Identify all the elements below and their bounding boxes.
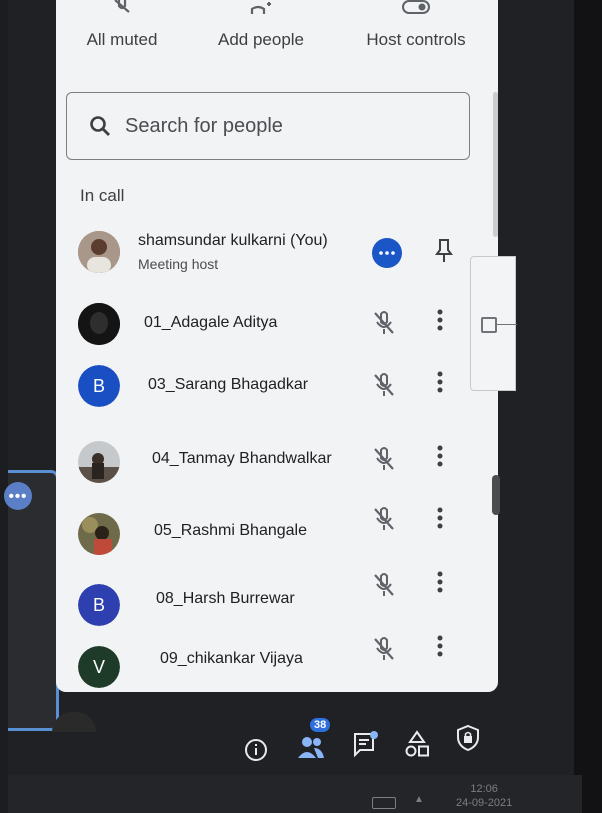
host-controls-button[interactable]: Host controls: [358, 0, 474, 72]
avatar: [78, 303, 120, 345]
monitor-bezel: [574, 0, 602, 813]
safety-shield-icon[interactable]: [456, 724, 480, 752]
avatar: [78, 441, 120, 483]
avatar-letter: B: [78, 365, 120, 407]
side-panel-handle[interactable]: [470, 256, 517, 391]
mic-off-icon: [374, 637, 394, 660]
participant-row[interactable]: B 03_Sarang Bhagadkar: [56, 356, 498, 418]
screen-scrollbar[interactable]: [492, 475, 500, 515]
mic-off-icon: [374, 311, 394, 334]
clock-date: 24-09-2021: [456, 797, 513, 809]
add-people-button[interactable]: Add people: [206, 0, 316, 72]
more-vert-icon[interactable]: [436, 444, 444, 468]
participant-name: 01_Adagale Aditya: [144, 314, 278, 331]
user-photo-icon: [78, 441, 120, 483]
avatar: [78, 513, 120, 555]
mic-off-icon: [374, 447, 394, 470]
collapse-icon: [481, 317, 497, 333]
keyboard-icon[interactable]: [372, 797, 396, 809]
host-controls-label: Host controls: [366, 30, 466, 49]
handle-line: [497, 324, 517, 325]
participant-row[interactable]: 04_Tanmay Bhandwalkar: [56, 432, 498, 494]
pin-icon[interactable]: [434, 238, 454, 264]
participant-row[interactable]: B 08_Harsh Burrewar: [56, 571, 498, 638]
taskbar-clock[interactable]: 12:06 24-09-2021: [456, 782, 512, 810]
avatar-letter: V: [78, 646, 120, 688]
chat-icon[interactable]: [352, 730, 380, 758]
participant-row[interactable]: V 09_chikankar Vijaya: [56, 635, 498, 692]
more-vert-icon[interactable]: [436, 370, 444, 394]
avatar: [78, 231, 120, 273]
more-vert-icon[interactable]: [436, 308, 444, 332]
participant-name: 09_chikankar Vijaya: [160, 650, 303, 667]
mic-off-icon: [114, 0, 130, 13]
participant-name: 05_Rashmi Bhangale: [154, 522, 307, 539]
participant-row[interactable]: 01_Adagale Aditya: [56, 294, 498, 356]
activities-icon[interactable]: [404, 730, 430, 758]
user-photo-icon: [78, 513, 120, 555]
participant-name: 04_Tanmay Bhandwalkar: [152, 450, 332, 467]
avatar-letter: B: [78, 584, 120, 626]
search-icon: [90, 116, 110, 136]
participant-row[interactable]: 05_Rashmi Bhangale: [56, 504, 498, 566]
tile-more-options-icon[interactable]: •••: [4, 482, 32, 510]
participant-count-badge: 38: [310, 718, 331, 732]
people-panel: All muted Add people Host controls Searc…: [56, 0, 498, 692]
tray-expand-icon[interactable]: ▲: [414, 794, 424, 805]
avatar: V: [78, 646, 120, 688]
participant-more-button[interactable]: [372, 238, 402, 268]
participant-row-host[interactable]: shamsundar kulkarni (You) Meeting host: [56, 222, 498, 284]
all-muted-label: All muted: [86, 30, 158, 49]
people-icon[interactable]: [296, 734, 326, 760]
participant-name: 03_Sarang Bhagadkar: [148, 376, 309, 393]
participant-role: Meeting host: [138, 256, 219, 272]
user-photo-icon: [78, 231, 120, 273]
avatar: B: [78, 365, 120, 407]
more-vert-icon[interactable]: [436, 570, 444, 594]
user-photo-icon: [78, 303, 120, 345]
clock-time: 12:06: [470, 783, 498, 795]
more-vert-icon[interactable]: [436, 634, 444, 658]
mic-off-icon: [374, 373, 394, 396]
person-add-icon: [250, 2, 271, 14]
info-icon[interactable]: [244, 738, 268, 762]
mic-off-icon: [374, 573, 394, 596]
search-input-placeholder: Search for people: [125, 114, 283, 137]
add-people-label: Add people: [217, 30, 305, 49]
people-actions: All muted Add people Host controls: [56, 0, 498, 72]
toggle-icon: [402, 0, 430, 14]
avatar: B: [78, 584, 120, 626]
in-call-section-title: In call: [80, 186, 125, 205]
participant-name: 08_Harsh Burrewar: [156, 590, 295, 607]
all-muted-button[interactable]: All muted: [68, 0, 176, 72]
search-people-field[interactable]: Search for people: [66, 92, 470, 160]
mic-off-icon: [374, 507, 394, 530]
more-horiz-icon: [379, 251, 395, 255]
more-vert-icon[interactable]: [436, 506, 444, 530]
participant-name: shamsundar kulkarni (You): [138, 232, 328, 249]
panel-scrollbar[interactable]: [493, 92, 498, 237]
